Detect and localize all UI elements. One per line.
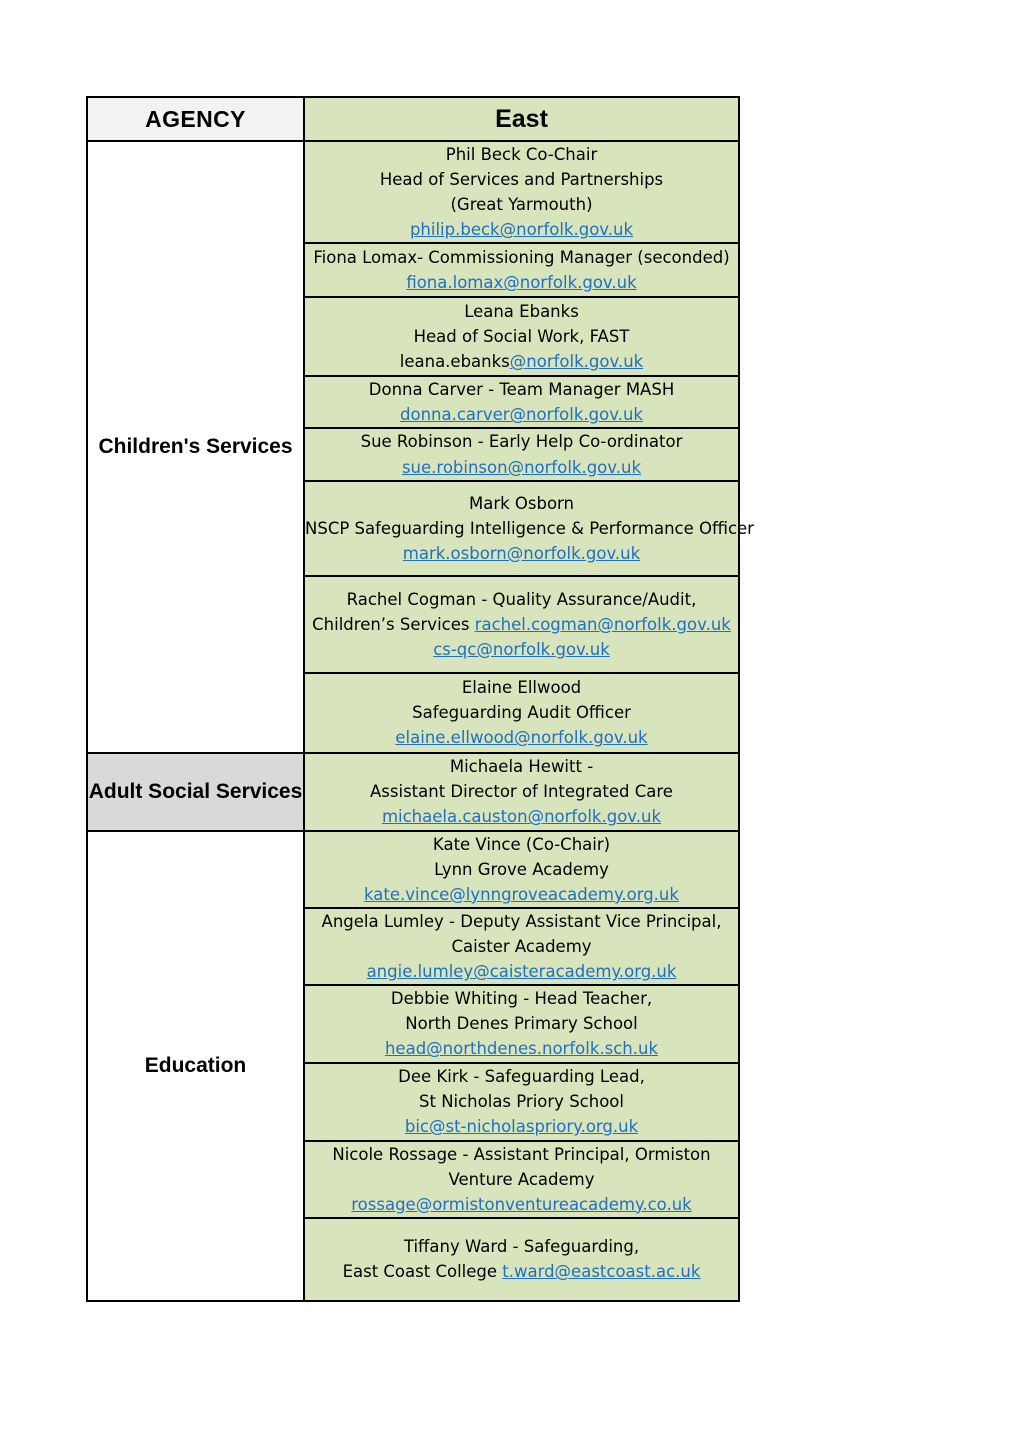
contact-line: St Nicholas Priory School <box>419 1092 624 1112</box>
contact-cell-tiffany-ward: Tiffany Ward - Safeguarding, East Coast … <box>303 1216 740 1302</box>
contact-line: Dee Kirk - Safeguarding Lead, <box>398 1066 645 1086</box>
contact-cell-kate-vince: Kate Vince (Co-Chair) Lynn Grove Academy… <box>303 829 740 910</box>
agency-label-childrens-services: Children's Services <box>86 140 305 754</box>
contact-line: (Great Yarmouth) <box>450 195 593 215</box>
contact-line: Caister Academy <box>451 937 592 957</box>
table-header-row: AGENCY East <box>86 96 740 142</box>
contact-line: Assistant Director of Integrated Care <box>370 782 673 802</box>
agency-label-education: Education <box>86 829 305 1302</box>
table-row: Children's Services Phil Beck Co-Chair H… <box>86 139 740 754</box>
contact-line: Head of Services and Partnerships <box>379 170 664 190</box>
email-link-fiona-lomax[interactable]: fiona.lomax@norfolk.gov.uk <box>406 273 636 292</box>
contact-line: Leana Ebanks <box>464 302 579 322</box>
contact-cell-donna-carver: Donna Carver - Team Manager MASH donna.c… <box>303 375 740 430</box>
contact-cell-dee-kirk: Dee Kirk - Safeguarding Lead, St Nichola… <box>303 1061 740 1142</box>
contact-line: Elaine Ellwood <box>461 678 582 698</box>
contact-line: East Coast College <box>342 1262 503 1282</box>
contact-line: Phil Beck Co-Chair <box>445 145 598 164</box>
contact-line: Mark Osborn <box>468 493 575 513</box>
email-link-philip-beck[interactable]: philip.beck@norfolk.gov.uk <box>410 220 633 239</box>
contact-line: leana.ebanks <box>399 352 510 372</box>
email-link-sue-robinson[interactable]: sue.robinson@norfolk.gov.uk <box>402 458 641 477</box>
email-link-kate-vince[interactable]: kate.vince@lynngroveacademy.org.uk <box>364 885 679 904</box>
contact-cell-michaela-hewitt: Michaela Hewitt - Assistant Director of … <box>303 751 740 832</box>
table-row: Education Kate Vince (Co-Chair) Lynn Gro… <box>86 829 740 1302</box>
contact-line: Donna Carver - Team Manager MASH <box>368 380 675 400</box>
email-link-nicole-rossage[interactable]: rossage@ormistonventureacademy.co.uk <box>351 1195 691 1214</box>
contact-line: Debbie Whiting - Head Teacher, <box>390 989 653 1009</box>
contact-line: Angela Lumley - Deputy Assistant Vice Pr… <box>321 912 722 932</box>
contact-cell-sue-robinson: Sue Robinson - Early Help Co-ordinator s… <box>303 427 740 482</box>
contact-cell-elaine-ellwood: Elaine Ellwood Safeguarding Audit Office… <box>303 671 740 754</box>
email-link-angie-lumley[interactable]: angie.lumley@caisteracademy.org.uk <box>367 962 677 981</box>
column-header-agency: AGENCY <box>86 96 305 142</box>
column-header-east: East <box>303 96 740 142</box>
contact-cell-angela-lumley: Angela Lumley - Deputy Assistant Vice Pr… <box>303 907 740 987</box>
email-link-michaela-causton[interactable]: michaela.causton@norfolk.gov.uk <box>382 807 661 826</box>
contact-cell-nicole-rossage: Nicole Rossage - Assistant Principal, Or… <box>303 1139 740 1219</box>
contact-cell-leana-ebanks: Leana Ebanks Head of Social Work, FAST l… <box>303 296 740 378</box>
contact-cell-fiona-lomax: Fiona Lomax- Commissioning Manager (seco… <box>303 242 740 299</box>
contact-line: Tiffany Ward - Safeguarding, <box>403 1237 640 1257</box>
email-link-donna-carver[interactable]: donna.carver@norfolk.gov.uk <box>400 405 643 424</box>
contact-line: Michaela Hewitt - <box>449 757 594 777</box>
contact-line: Safeguarding Audit Officer <box>412 703 631 723</box>
contact-cell-phil-beck: Phil Beck Co-Chair Head of Services and … <box>303 139 740 245</box>
contact-line: Lynn Grove Academy <box>434 859 609 879</box>
email-link-cs-qc[interactable]: cs-qc@norfolk.gov.uk <box>433 640 610 659</box>
contact-table-container: AGENCY East Children's Services Phil Bec… <box>86 96 754 1302</box>
table-row: Adult Social Services Michaela Hewitt - … <box>86 751 740 832</box>
contact-line: Kate Vince (Co-Chair) <box>432 834 611 854</box>
agency-contact-table: AGENCY East Children's Services Phil Bec… <box>86 96 754 1302</box>
agency-label-adult-social-services: Adult Social Services <box>86 751 305 832</box>
contact-cell-mark-osborn: Mark Osborn NSCP Safeguarding Intelligen… <box>303 479 754 577</box>
contact-line: Nicole Rossage - Assistant Principal, Or… <box>332 1144 711 1189</box>
email-link-elaine-ellwood[interactable]: elaine.ellwood@norfolk.gov.uk <box>395 728 647 747</box>
email-link-mark-osborn[interactable]: mark.osborn@norfolk.gov.uk <box>403 544 640 563</box>
email-link-tiffany-ward[interactable]: t.ward@eastcoast.ac.uk <box>502 1262 700 1281</box>
contact-line: Sue Robinson - Early Help Co-ordinator <box>360 432 683 452</box>
contact-line: North Denes Primary School <box>405 1014 638 1034</box>
contact-line: Fiona Lomax- Commissioning Manager (seco… <box>313 248 730 268</box>
contact-line: Head of Social Work, FAST <box>413 327 630 347</box>
email-link-st-nicholas-priory[interactable]: bic@st-nicholaspriory.org.uk <box>405 1117 638 1136</box>
email-link-north-denes-head[interactable]: head@northdenes.norfolk.sch.uk <box>385 1039 658 1058</box>
email-link-rachel-cogman[interactable]: rachel.cogman@norfolk.gov.uk <box>475 615 731 634</box>
contact-cell-rachel-cogman: Rachel Cogman - Quality Assurance/Audit,… <box>303 574 740 674</box>
contact-line: NSCP Safeguarding Intelligence & Perform… <box>305 518 754 538</box>
email-link-leana-ebanks[interactable]: @norfolk.gov.uk <box>510 352 643 371</box>
contact-cell-debbie-whiting: Debbie Whiting - Head Teacher, North Den… <box>303 984 740 1064</box>
